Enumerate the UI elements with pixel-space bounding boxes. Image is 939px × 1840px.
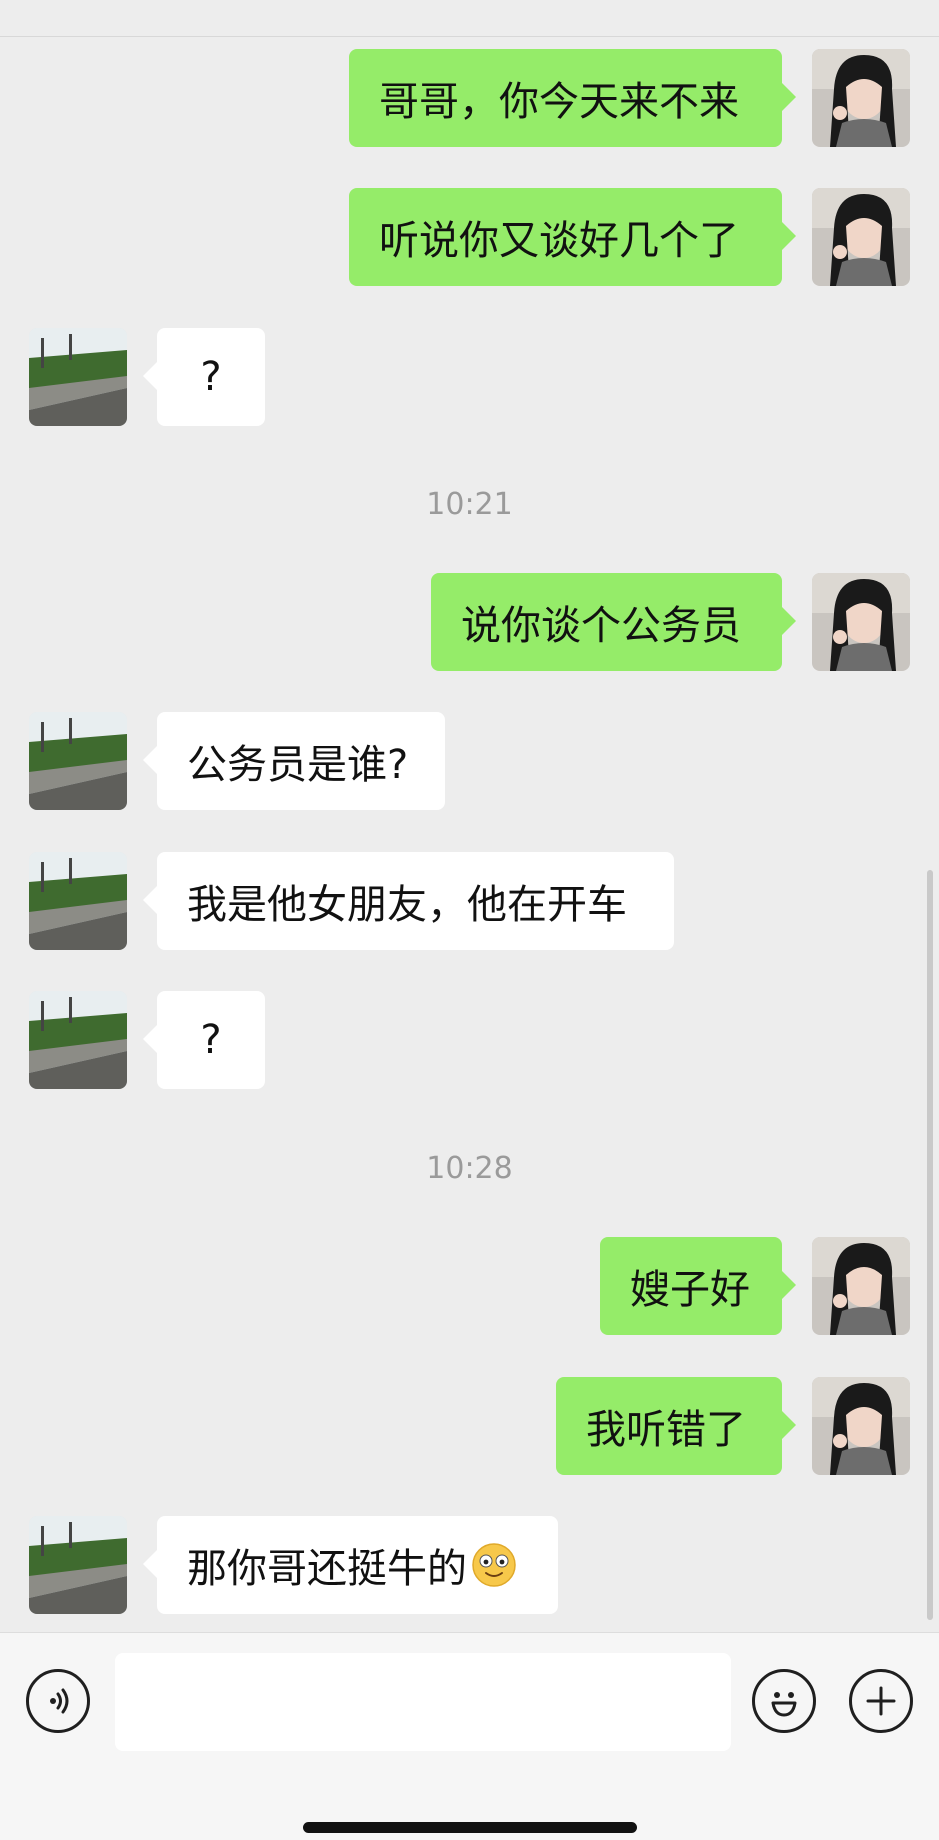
message-row: 我是他女朋友，他在开车 bbox=[0, 852, 939, 950]
timestamp: 10:28 bbox=[426, 1151, 513, 1186]
received-message-bubble[interactable]: 我是他女朋友，他在开车 bbox=[143, 852, 674, 950]
sent-message-bubble[interactable]: 我听错了 bbox=[556, 1377, 796, 1475]
received-message-bubble[interactable]: ? bbox=[143, 991, 265, 1089]
message-text: ? bbox=[200, 354, 222, 400]
contact-avatar[interactable] bbox=[29, 712, 127, 810]
message-text: 那你哥还挺牛的 bbox=[187, 1546, 467, 1592]
message-row: ? bbox=[0, 991, 939, 1089]
received-message-bubble[interactable]: 那你哥还挺牛的 bbox=[143, 1516, 558, 1614]
message-row: ? bbox=[0, 328, 939, 426]
my-avatar[interactable] bbox=[812, 1377, 910, 1475]
message-input[interactable] bbox=[115, 1653, 731, 1751]
input-bar bbox=[0, 1632, 939, 1840]
received-message-bubble[interactable]: ? bbox=[143, 328, 265, 426]
received-message-bubble[interactable]: 公务员是谁? bbox=[143, 712, 445, 810]
message-row: 嫂子好 bbox=[0, 1237, 939, 1335]
message-text: 哥哥，你今天来不来 bbox=[379, 79, 739, 125]
message-text: 听说你又谈好几个了 bbox=[379, 218, 739, 264]
message-text: 我是他女朋友，他在开车 bbox=[187, 882, 627, 928]
my-avatar[interactable] bbox=[812, 1237, 910, 1335]
my-avatar[interactable] bbox=[812, 188, 910, 286]
emoji-icon[interactable] bbox=[752, 1669, 816, 1733]
home-indicator bbox=[303, 1822, 637, 1833]
chat-scrollbar[interactable] bbox=[927, 870, 933, 1620]
message-text: ? bbox=[200, 1017, 222, 1063]
sent-message-bubble[interactable]: 听说你又谈好几个了 bbox=[349, 188, 796, 286]
message-text: 说你谈个公务员 bbox=[461, 603, 741, 649]
message-text: 嫂子好 bbox=[630, 1267, 750, 1313]
contact-avatar[interactable] bbox=[29, 852, 127, 950]
message-row: 我听错了 bbox=[0, 1377, 939, 1475]
top-bar bbox=[0, 0, 939, 37]
chat-area[interactable]: 哥哥，你今天来不来 听说你又谈好几个了 ? 10:21 说你谈个公务员 公务员是… bbox=[0, 37, 939, 1632]
sent-message-bubble[interactable]: 嫂子好 bbox=[600, 1237, 796, 1335]
contact-avatar[interactable] bbox=[29, 1516, 127, 1614]
message-row: 听说你又谈好几个了 bbox=[0, 188, 939, 286]
message-row: 那你哥还挺牛的 bbox=[0, 1516, 939, 1614]
my-avatar[interactable] bbox=[812, 573, 910, 671]
contact-avatar[interactable] bbox=[29, 991, 127, 1089]
my-avatar[interactable] bbox=[812, 49, 910, 147]
flushed-smile-emoji-icon bbox=[471, 1542, 517, 1588]
plus-icon[interactable] bbox=[849, 1669, 913, 1733]
voice-icon[interactable] bbox=[26, 1669, 90, 1733]
contact-avatar[interactable] bbox=[29, 328, 127, 426]
timestamp: 10:21 bbox=[426, 487, 513, 522]
message-row: 哥哥，你今天来不来 bbox=[0, 49, 939, 147]
sent-message-bubble[interactable]: 说你谈个公务员 bbox=[431, 573, 796, 671]
message-row: 说你谈个公务员 bbox=[0, 573, 939, 671]
message-text: 我听错了 bbox=[586, 1407, 746, 1453]
sent-message-bubble[interactable]: 哥哥，你今天来不来 bbox=[349, 49, 796, 147]
message-text: 公务员是谁? bbox=[187, 742, 409, 788]
message-row: 公务员是谁? bbox=[0, 712, 939, 810]
